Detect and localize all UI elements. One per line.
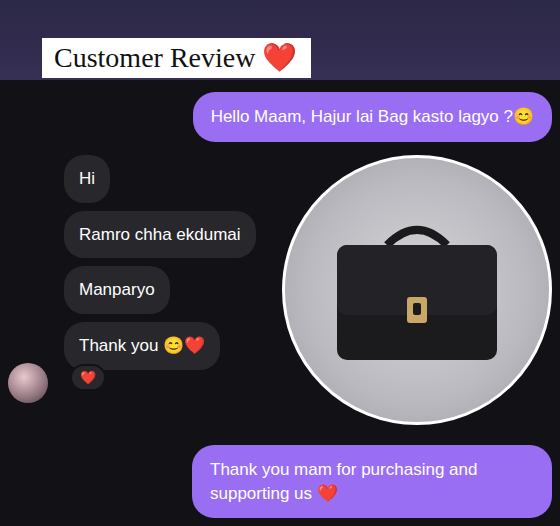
incoming-message: Thank you 😊❤️ bbox=[64, 322, 220, 370]
outgoing-message-row: Hello Maam, Hajur lai Bag kasto lagyo ?😊 bbox=[8, 92, 552, 142]
header-title: Customer Review ❤️ bbox=[42, 38, 311, 78]
outgoing-message: Thank you mam for purchasing and support… bbox=[192, 445, 552, 519]
incoming-message: Manparyo bbox=[64, 266, 170, 314]
sender-avatar[interactable] bbox=[8, 363, 48, 403]
header-bar: Customer Review ❤️ bbox=[0, 0, 560, 80]
outgoing-message: Hello Maam, Hajur lai Bag kasto lagyo ?😊 bbox=[193, 92, 552, 142]
incoming-messages: Hi Ramro chha ekdumai Manparyo Thank you 😊❤… bbox=[64, 155, 256, 392]
incoming-message: Hi bbox=[64, 155, 110, 203]
outgoing-message-row: Thank you mam for purchasing and support… bbox=[8, 445, 552, 519]
incoming-message: Ramro chha ekdumai bbox=[64, 211, 256, 259]
bag-photo bbox=[282, 155, 552, 425]
heart-reaction[interactable]: ❤️ bbox=[70, 364, 106, 392]
incoming-message-group: Hi Ramro chha ekdumai Manparyo Thank you 😊❤… bbox=[8, 155, 552, 425]
chat-area: Hello Maam, Hajur lai Bag kasto lagyo ?😊… bbox=[0, 80, 560, 518]
